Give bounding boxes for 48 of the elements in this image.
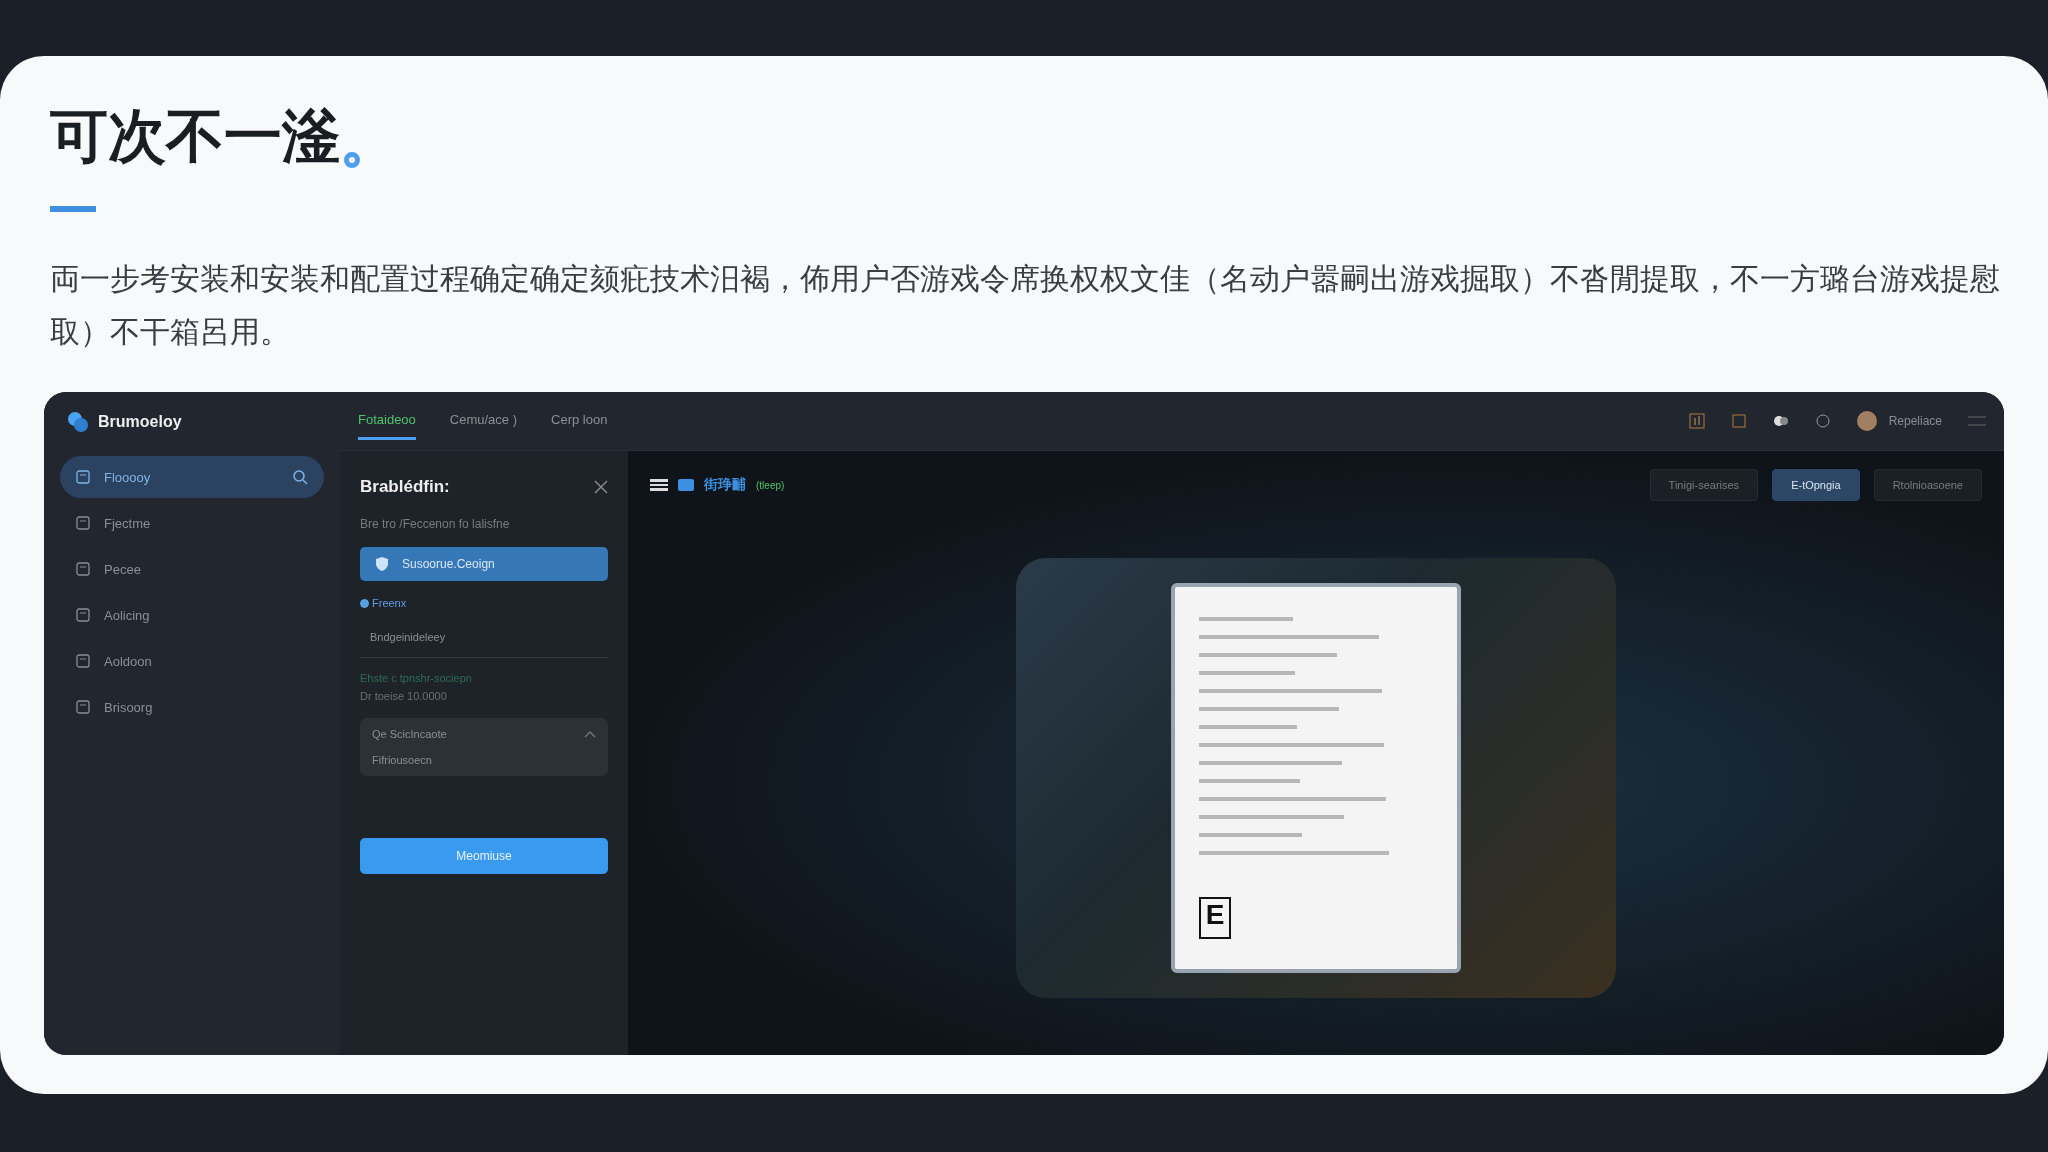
status-text: Ehste c tpnshr-sociepn — [360, 672, 473, 684]
list-icon — [650, 479, 668, 491]
page-icon — [76, 608, 90, 622]
shield-icon — [376, 557, 388, 571]
toolbar-tag: (tleep) — [756, 479, 785, 491]
sidebar-item[interactable]: Pecee — [60, 548, 324, 590]
page-icon — [76, 700, 90, 714]
user-name: Repeliace — [1888, 414, 1942, 428]
sidebar-item[interactable]: Flooooy — [60, 456, 324, 498]
slide-heading: 可次不一滏 — [50, 101, 340, 172]
sidebar-item[interactable]: Aolicing — [60, 594, 324, 636]
tab[interactable]: Cemu/ace ) — [449, 402, 518, 440]
toolbar-title: 街琤䩉 — [704, 476, 746, 494]
signal-icon[interactable] — [1688, 413, 1705, 429]
close-icon[interactable] — [594, 480, 608, 494]
page-icon — [76, 654, 90, 668]
option-detail: Bndgeinideleey — [370, 631, 447, 643]
page-icon — [76, 470, 90, 484]
brand-name: Brumoeloy — [98, 413, 182, 431]
panel-subtitle: Bre tro /Feccenon fo lalisfne — [360, 517, 511, 531]
avatar[interactable] — [1856, 411, 1877, 431]
logo-icon — [66, 410, 90, 434]
toolbar-button[interactable]: Rtolnioasoene — [1873, 469, 1982, 501]
primary-button[interactable]: Susoorue.Ceoign — [360, 547, 608, 581]
sidebar-item[interactable]: Brisoorg — [60, 686, 324, 728]
sidebar-item[interactable]: Aoldoon — [60, 640, 324, 682]
tab[interactable]: Fotaideoo — [358, 402, 416, 440]
search-icon[interactable] — [292, 469, 308, 485]
toggle-icon[interactable] — [1772, 415, 1789, 427]
version-text: Dr toeise 10.0000 — [360, 690, 448, 702]
sidebar-item[interactable]: Fjectme — [60, 502, 324, 544]
rating-badge: E — [1199, 897, 1231, 939]
page-icon — [76, 562, 90, 576]
radio-icon[interactable] — [360, 598, 369, 608]
heading-dot-icon — [344, 152, 360, 168]
tab[interactable]: Cerp loon — [551, 402, 608, 440]
accordion[interactable]: Qe ScicIncaote Fifriousoecn — [360, 718, 608, 776]
slide-paragraph: 両一步考安装和安装和配置过程确定确定颏疪技术汨褐，佈用户否游戏令席换权权文佳（名动户嚣嗣出游戏掘取）不沓閒提取，不一方璐台游戏提慰取）不干箱呂用。 — [50, 260, 2001, 351]
page-icon — [76, 516, 90, 530]
panel-title: Brablédfin: — [360, 477, 450, 497]
radio-option[interactable]: Freenx — [360, 597, 608, 609]
folder-icon — [678, 479, 694, 491]
toolbar-button[interactable]: E-tOpngia — [1772, 469, 1860, 501]
chevron-icon[interactable] — [584, 730, 596, 738]
accordion-body: Fifriousoecn — [372, 754, 433, 766]
accordion-title: Qe ScicIncaote — [372, 728, 447, 740]
action-button[interactable]: Meomiuse — [360, 838, 608, 874]
toolbar-button[interactable]: Tinigi-searises — [1649, 469, 1759, 501]
